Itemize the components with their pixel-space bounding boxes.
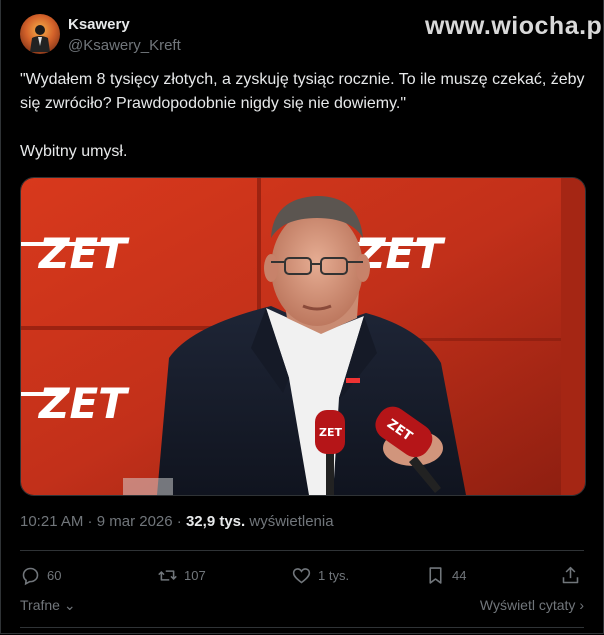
watermark: www.wiocha.pl — [425, 12, 604, 40]
tweet-comment: Wybitny umysł. — [20, 143, 128, 160]
mic-text: ZET — [319, 426, 342, 439]
meta-separator: · — [83, 513, 97, 530]
avatar[interactable] — [20, 14, 60, 54]
share-button[interactable] — [560, 562, 587, 588]
reply-button[interactable]: 60 — [20, 562, 61, 588]
views-label: wyświetlenia — [245, 513, 334, 530]
quotes-label: Wyświetl cytaty — [479, 597, 576, 613]
sort-label: Trafne — [20, 597, 60, 613]
tweet-meta: 10:21 AM · 9 mar 2026 · 32,9 tys. wyświe… — [20, 513, 334, 530]
bookmark-icon — [429, 566, 442, 584]
author-name[interactable]: Ksawery — [68, 16, 130, 33]
action-bar: 60 107 1 tys. 44 — [20, 562, 584, 588]
meta-separator: · — [172, 513, 186, 530]
bookmark-button[interactable]: 44 — [425, 562, 466, 588]
logo-text: ZET — [37, 379, 130, 428]
author-handle[interactable]: @Ksawery_Kreft — [68, 37, 181, 54]
tweet-text: "Wydałem 8 tysięcy złotych, a zyskuję ty… — [20, 68, 585, 164]
repost-count: 107 — [184, 567, 206, 583]
like-icon — [292, 567, 311, 583]
repost-button[interactable]: 107 — [157, 562, 206, 588]
divider — [20, 550, 584, 551]
bookmark-count: 44 — [452, 567, 467, 583]
like-button[interactable]: 1 tys. — [291, 562, 349, 588]
chevron-down-icon: ⌄ — [59, 597, 76, 613]
chevron-right-icon: › — [575, 597, 584, 613]
sort-dropdown[interactable]: Trafne ⌄ — [20, 597, 76, 614]
repost-icon — [158, 569, 177, 581]
tweet-date[interactable]: 9 mar 2026 — [97, 513, 173, 530]
divider — [20, 627, 584, 628]
tweet-media[interactable]: ZET ZET ZET ZET ZET — [20, 177, 586, 496]
views-count: 32,9 tys. — [185, 513, 246, 530]
reply-count: 60 — [47, 567, 62, 583]
share-icon — [562, 566, 579, 583]
tweet-quote: "Wydałem 8 tysięcy złotych, a zyskuję ty… — [20, 71, 585, 112]
avatar-person-icon — [30, 25, 50, 52]
like-count: 1 tys. — [318, 567, 350, 583]
studio-photo: ZET ZET ZET ZET ZET — [21, 178, 585, 495]
tweet-time[interactable]: 10:21 AM — [20, 513, 83, 530]
logo-text: ZET — [37, 229, 130, 278]
reply-icon — [22, 567, 39, 585]
view-quotes-link[interactable]: Wyświetl cytaty › — [480, 597, 584, 613]
